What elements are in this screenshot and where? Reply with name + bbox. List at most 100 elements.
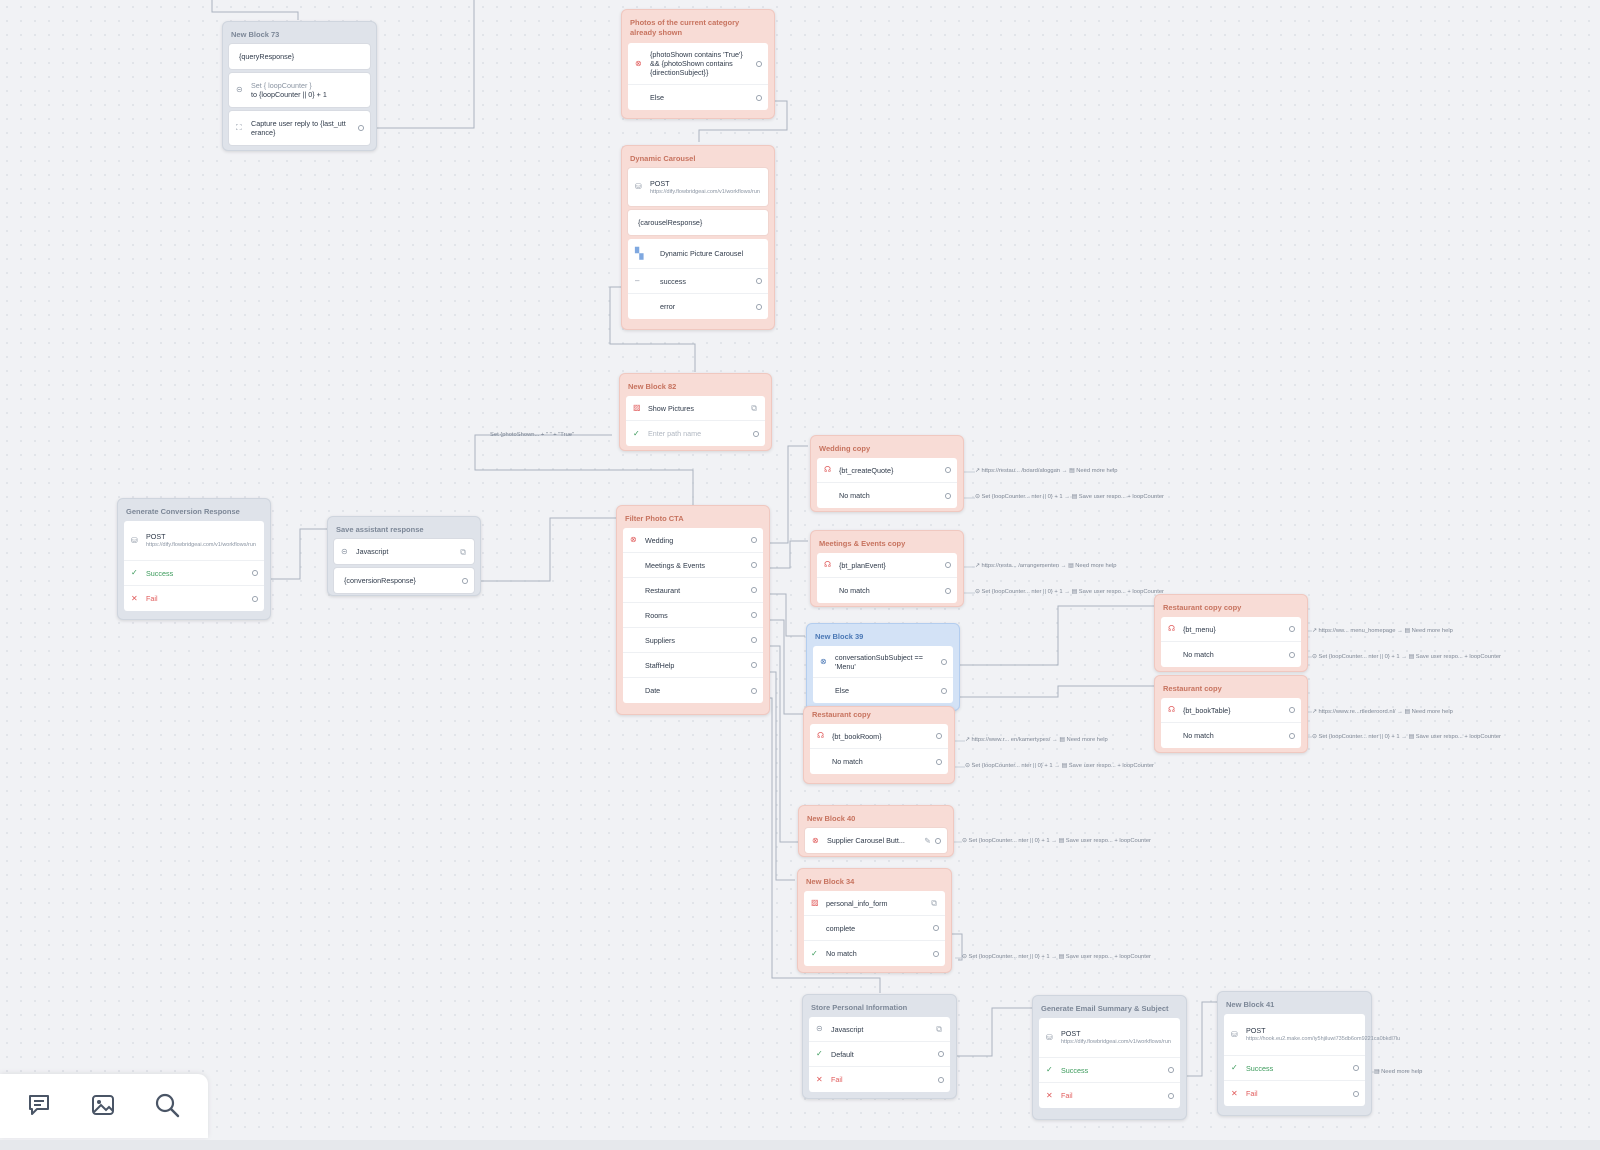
output-port[interactable] <box>462 577 468 584</box>
else-row[interactable]: Else <box>813 678 953 703</box>
output-port[interactable] <box>938 1076 944 1083</box>
output-port[interactable] <box>1168 1067 1174 1073</box>
intent-row[interactable]: ☊ {bt_bookRoom} <box>810 724 948 749</box>
output-port[interactable] <box>1353 1090 1359 1097</box>
block-new-block-40[interactable]: New Block 40 ⊗ Supplier Carousel Butt... ✎ <box>798 805 954 857</box>
intent-row[interactable]: ☊ {bt_createQuote} <box>817 458 957 483</box>
show-pictures-step[interactable]: ▨ Show Pictures ⧉ <box>626 396 765 421</box>
block-save-assistant-response[interactable]: Save assistant response ⊝ Javascript ⧉ {co… <box>327 516 481 596</box>
fail-path[interactable]: ✕ Fail <box>124 586 264 611</box>
copy-icon[interactable]: ⧉ <box>460 547 466 556</box>
fail-path[interactable]: ✕ Fail <box>809 1067 950 1092</box>
intent-row[interactable]: ☊ {bt_menu} <box>1161 617 1301 642</box>
query-response-step[interactable]: {queryResponse} <box>229 44 370 69</box>
choice-suppliers[interactable]: Suppliers <box>623 628 763 653</box>
output-port[interactable] <box>1289 707 1295 713</box>
set-variable-step[interactable]: ⊝ Set { loopCounter } to {loopCounter || 0… <box>229 73 370 107</box>
choice-meetings[interactable]: Meetings & Events <box>623 553 763 578</box>
choice-staffhelp[interactable]: StaffHelp <box>623 653 763 678</box>
output-port[interactable] <box>751 687 757 694</box>
block-restaurant-copy-table[interactable]: Restaurant copy ☊ {bt_bookTable} No match <box>1154 675 1308 753</box>
fail-path[interactable]: ✕ Fail <box>1224 1081 1365 1106</box>
output-port[interactable] <box>1289 651 1295 658</box>
output-port[interactable] <box>1168 1092 1174 1099</box>
error-path[interactable]: error <box>628 294 768 319</box>
output-port[interactable] <box>936 733 942 739</box>
block-generate-email-summary[interactable]: Generate Email Summary & Subject ⛁ POST ht… <box>1032 995 1187 1120</box>
complete-path[interactable]: complete <box>804 916 945 941</box>
block-new-block-39[interactable]: New Block 39 ⊗ conversationSubSubject == … <box>806 623 960 711</box>
output-port[interactable] <box>933 925 939 931</box>
no-match-row[interactable]: No match <box>817 578 957 603</box>
horizontal-scrollbar[interactable] <box>0 1140 1600 1150</box>
choice-date[interactable]: Date <box>623 678 763 703</box>
form-step[interactable]: ▨ personal_info_form ⧉ <box>804 891 945 916</box>
comment-icon[interactable] <box>26 1092 52 1118</box>
javascript-step[interactable]: ⊝ Javascript ⧉ <box>334 539 474 564</box>
output-port[interactable] <box>938 1051 944 1057</box>
intent-row[interactable]: ☊ {bt_planEvent} <box>817 553 957 578</box>
condition-row[interactable]: ⊗ conversationSubSubject == 'Menu' <box>813 646 953 678</box>
block-meetings-events-copy[interactable]: Meetings & Events copy ☊ {bt_planEvent} N… <box>810 530 964 607</box>
output-port[interactable] <box>756 303 762 310</box>
block-restaurant-copy-rooms[interactable]: Restaurant copy ☊ {bt_bookRoom} No match <box>803 706 955 784</box>
output-port[interactable] <box>1289 732 1295 739</box>
block-new-block-73[interactable]: New Block 73 {queryResponse} ⊝ Set { loop… <box>222 21 377 151</box>
block-new-block-82[interactable]: New Block 82 ▨ Show Pictures ⧉ ✓ Enter path… <box>619 373 772 451</box>
block-dynamic-carousel[interactable]: Dynamic Carousel ⛁ POST https://dify.flowb… <box>621 145 775 330</box>
output-port[interactable] <box>945 467 951 473</box>
javascript-step[interactable]: ⊝ Javascript ⧉ <box>809 1017 950 1042</box>
capture-step[interactable]: ⛶ Capture user reply to {last_utt erance} <box>229 111 370 145</box>
success-path[interactable]: – success <box>628 269 768 294</box>
block-new-block-41[interactable]: New Block 41 ⛁ POST https://hook.eu2.make.… <box>1217 991 1400 1116</box>
search-icon[interactable] <box>154 1092 180 1118</box>
output-port[interactable] <box>941 658 947 665</box>
api-step[interactable]: ⛁ POST https://hook.eu2.make.com/iy5hjiluw… <box>1224 1014 1400 1056</box>
response-step[interactable]: {conversionResponse} <box>334 568 474 593</box>
path-row[interactable]: ✓ Enter path name <box>626 421 765 446</box>
output-port[interactable] <box>751 637 757 643</box>
no-match-row[interactable]: ✓ No match <box>804 941 945 966</box>
no-match-row[interactable]: No match <box>817 483 957 508</box>
choice-restaurant[interactable]: Restaurant <box>623 578 763 603</box>
no-match-row[interactable]: No match <box>1161 723 1301 748</box>
choice-wedding[interactable]: ⊗ Wedding <box>623 528 763 553</box>
output-port[interactable] <box>252 595 258 602</box>
block-wedding-copy[interactable]: Wedding copy ☊ {bt_createQuote} No match <box>810 435 964 512</box>
output-port[interactable] <box>358 125 364 131</box>
success-path[interactable]: ✓ Success <box>124 561 264 586</box>
path-input[interactable]: Enter path name <box>648 429 701 438</box>
api-step[interactable]: ⛁ POST https://dify.flowbridgeai.com/v1/wo… <box>124 521 264 561</box>
condition-row[interactable]: ⊗ {photoShown contains 'True'} && {photoS… <box>628 43 768 85</box>
block-filter-photo-cta[interactable]: Filter Photo CTA ⊗ Wedding Meetings & Eve… <box>616 505 770 715</box>
output-port[interactable] <box>751 662 757 668</box>
success-path[interactable]: ✓ Success <box>1039 1058 1180 1083</box>
output-port[interactable] <box>935 837 941 844</box>
copy-icon[interactable]: ⧉ <box>751 404 757 413</box>
output-port[interactable] <box>945 587 951 594</box>
block-store-personal-information[interactable]: Store Personal Information ⊝ Javascript ⧉ … <box>802 994 957 1099</box>
output-port[interactable] <box>1289 626 1295 632</box>
fail-path[interactable]: ✕ Fail <box>1039 1083 1180 1108</box>
intent-row[interactable]: ☊ {bt_bookTable} <box>1161 698 1301 723</box>
default-path[interactable]: ✓ Default <box>809 1042 950 1067</box>
api-step[interactable]: ⛁ POST https://dify.flowbridgeai.com/v1/wo… <box>1039 1018 1180 1058</box>
edit-icon[interactable]: ✎ <box>924 836 931 845</box>
output-port[interactable] <box>753 430 759 437</box>
output-port[interactable] <box>751 587 757 593</box>
output-port[interactable] <box>252 570 258 576</box>
output-port[interactable] <box>941 687 947 694</box>
response-step[interactable]: {carouselResponse} <box>628 210 768 235</box>
carousel-step[interactable]: ▚ Dynamic Picture Carousel <box>628 239 768 269</box>
supplier-carousel-step[interactable]: ⊗ Supplier Carousel Butt... ✎ <box>805 828 947 853</box>
output-port[interactable] <box>751 537 757 543</box>
output-port[interactable] <box>756 60 762 67</box>
output-port[interactable] <box>756 94 762 101</box>
copy-icon[interactable]: ⧉ <box>936 1025 942 1034</box>
choice-rooms[interactable]: Rooms <box>623 603 763 628</box>
else-row[interactable]: Else <box>628 85 768 110</box>
output-port[interactable] <box>756 278 762 284</box>
no-match-row[interactable]: No match <box>1161 642 1301 667</box>
block-photos-already-shown[interactable]: Photos of the current category already s… <box>621 9 775 119</box>
output-port[interactable] <box>945 492 951 499</box>
